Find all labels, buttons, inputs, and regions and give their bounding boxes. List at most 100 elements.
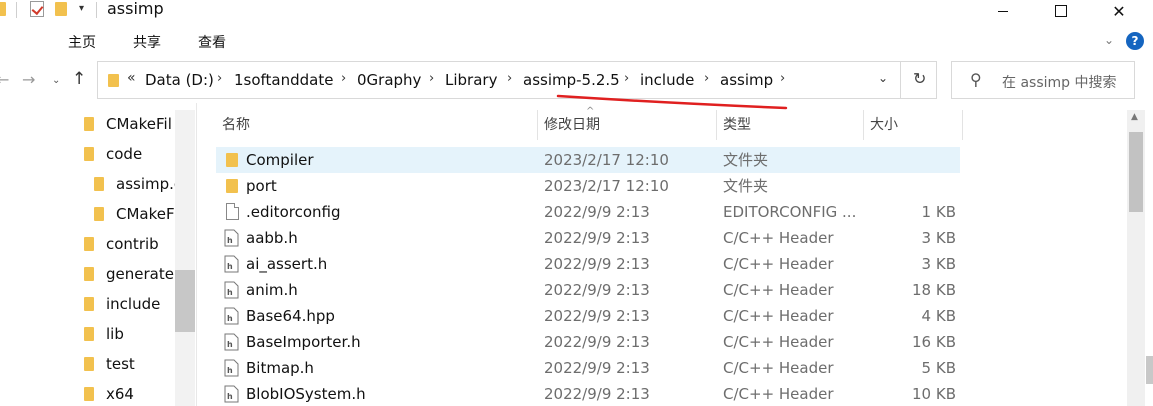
file-date: 2022/9/9 2:13 [544, 281, 650, 299]
tree-item[interactable]: code [84, 140, 142, 168]
file-type: C/C++ Header [723, 307, 834, 325]
chevron-right-icon[interactable]: › [217, 71, 222, 86]
tree-item[interactable]: CMakeF [94, 200, 175, 228]
close-button[interactable]: ✕ [1096, 0, 1142, 22]
file-size: 1 KB [921, 203, 956, 221]
tree-item[interactable]: include [84, 290, 160, 318]
navigation-pane-scrollbar[interactable] [175, 110, 195, 406]
new-folder-icon[interactable] [55, 2, 67, 16]
file-type: C/C++ Header [723, 333, 834, 351]
file-date: 2023/2/17 12:10 [544, 151, 669, 169]
expand-ribbon-icon[interactable]: ⌄ [1104, 33, 1114, 47]
file-date: 2022/9/9 2:13 [544, 385, 650, 403]
svg-text:h: h [227, 288, 233, 297]
svg-text:h: h [227, 392, 233, 401]
column-header-type[interactable]: 类型 [717, 110, 863, 140]
chevron-right-icon[interactable]: › [507, 71, 512, 86]
svg-text:h: h [227, 262, 233, 271]
file-name: anim.h [246, 281, 298, 299]
maximize-button[interactable] [1038, 0, 1084, 22]
file-type: C/C++ Header [723, 281, 834, 299]
tree-item[interactable]: CMakeFil [84, 110, 172, 138]
properties-check-icon[interactable] [30, 1, 44, 17]
svg-text:h: h [227, 340, 233, 349]
header-file-icon: h [224, 255, 239, 273]
tree-item[interactable]: lib [84, 320, 124, 348]
folder-icon [84, 147, 94, 161]
scrollbar-thumb[interactable] [175, 270, 195, 332]
refresh-icon[interactable]: ↻ [913, 69, 926, 88]
breadcrumb-0graphy[interactable]: 0Graphy [357, 71, 421, 89]
header-file-icon: h [224, 385, 239, 403]
file-row[interactable]: h BaseImporter.h 2022/9/9 2:13 C/C++ Hea… [216, 329, 960, 355]
tree-item[interactable]: assimp.c [94, 170, 182, 198]
breadcrumb-overflow[interactable]: « [127, 70, 136, 86]
file-row[interactable]: h Base64.hpp 2022/9/9 2:13 C/C++ Header … [216, 303, 960, 329]
file-row[interactable]: .editorconfig 2022/9/9 2:13 EDITORCONFIG… [216, 199, 960, 225]
minimize-button[interactable] [980, 0, 1026, 22]
chevron-right-icon[interactable]: › [429, 71, 434, 86]
tree-item[interactable]: generate [84, 260, 174, 288]
divider [96, 2, 97, 18]
tab-share[interactable]: 共享 [133, 32, 161, 52]
svg-text:h: h [227, 366, 233, 375]
file-date: 2022/9/9 2:13 [544, 333, 650, 351]
breadcrumb-1softanddate[interactable]: 1softanddate [234, 71, 333, 89]
scrollbar-thumb[interactable] [1129, 132, 1143, 212]
forward-arrow-icon[interactable]: → [22, 70, 35, 89]
breadcrumb-data-drive[interactable]: Data (D:) [145, 71, 214, 89]
chevron-right-icon[interactable]: › [341, 71, 346, 86]
up-arrow-icon[interactable]: ↑ [72, 69, 86, 89]
help-icon[interactable]: ? [1126, 32, 1144, 50]
column-header-name[interactable]: 名称 [216, 110, 536, 140]
back-arrow-icon[interactable]: ← [0, 70, 9, 89]
file-name: BlobIOSystem.h [246, 385, 366, 403]
column-header-date[interactable]: 修改日期 [538, 110, 716, 140]
folder-icon [84, 387, 94, 401]
window-title: assimp [107, 0, 164, 18]
folder-icon [0, 2, 6, 16]
folder-icon [108, 74, 119, 87]
file-row-selected[interactable]: Compiler 2023/2/17 12:10 文件夹 [216, 147, 960, 173]
recent-locations-dropdown-icon[interactable]: ⌄ [52, 75, 60, 86]
search-input[interactable]: ⚲ 在 assimp 中搜索 [951, 61, 1135, 99]
window-edge [1146, 356, 1153, 384]
tab-home[interactable]: 主页 [68, 32, 96, 52]
folder-icon [84, 297, 94, 311]
customize-toolbar-dropdown-icon[interactable]: ▾ [79, 3, 84, 14]
file-size: 10 KB [912, 385, 956, 403]
tab-view[interactable]: 查看 [198, 32, 226, 52]
pane-splitter[interactable] [196, 103, 197, 406]
tree-item[interactable]: contrib [84, 230, 159, 258]
file-size: 18 KB [912, 281, 956, 299]
tree-item-label: include [106, 295, 161, 313]
file-row[interactable]: h Bitmap.h 2022/9/9 2:13 C/C++ Header 5 … [216, 355, 960, 381]
breadcrumb-library[interactable]: Library [445, 71, 497, 89]
file-size: 3 KB [921, 255, 956, 273]
file-row[interactable]: h ai_assert.h 2022/9/9 2:13 C/C++ Header… [216, 251, 960, 277]
file-row[interactable]: h anim.h 2022/9/9 2:13 C/C++ Header 18 K… [216, 277, 960, 303]
tree-item-label: CMakeF [116, 205, 175, 223]
file-name: BaseImporter.h [246, 333, 361, 351]
address-history-dropdown-icon[interactable]: ⌄ [878, 71, 888, 85]
column-divider[interactable] [962, 110, 963, 140]
file-name: port [246, 177, 277, 195]
svg-text:h: h [227, 314, 233, 323]
tree-item-label: contrib [106, 235, 159, 253]
file-row[interactable]: h aabb.h 2022/9/9 2:13 C/C++ Header 3 KB [216, 225, 960, 251]
file-row[interactable]: port 2023/2/17 12:10 文件夹 [216, 173, 960, 199]
file-list-scrollbar[interactable]: ▲ [1127, 110, 1145, 406]
address-bar[interactable]: « Data (D:) › 1softanddate › 0Graphy › L… [97, 61, 937, 99]
tree-item-label: lib [106, 325, 124, 343]
folder-icon [94, 207, 104, 221]
column-header-size[interactable]: 大小 [864, 110, 962, 140]
file-type: 文件夹 [723, 151, 769, 169]
file-icon [226, 203, 239, 220]
file-size: 5 KB [921, 359, 956, 377]
tree-item[interactable]: x64 [84, 380, 134, 406]
file-row[interactable]: h BlobIOSystem.h 2022/9/9 2:13 C/C++ Hea… [216, 381, 960, 406]
file-name: aabb.h [246, 229, 298, 247]
scroll-up-arrow-icon[interactable]: ▲ [1131, 112, 1138, 122]
folder-icon [226, 179, 238, 193]
tree-item[interactable]: test [84, 350, 135, 378]
